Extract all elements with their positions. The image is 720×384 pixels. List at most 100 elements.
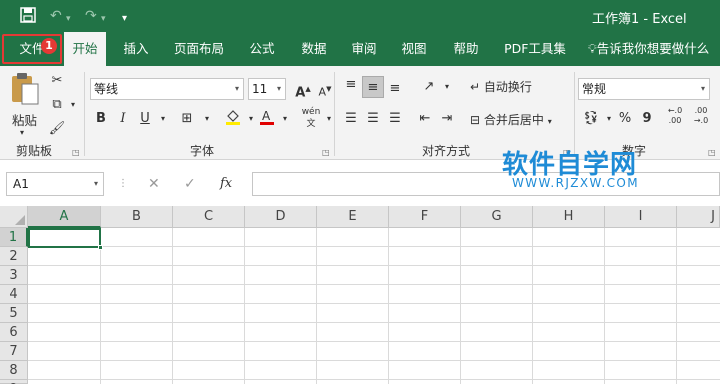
select-all-icon — [15, 215, 25, 225]
tab-review[interactable]: 审阅 — [342, 32, 386, 66]
border-dropdown-icon[interactable]: ▾ — [196, 108, 218, 130]
worksheet-grid[interactable]: A B C D E F G H I J 1 2 3 4 5 6 7 8 9 — [0, 206, 720, 384]
paste-button[interactable]: 粘贴 ▾ — [8, 72, 42, 138]
row-header[interactable]: 3 — [0, 266, 28, 285]
save-icon[interactable] — [20, 7, 36, 28]
column-header[interactable]: C — [173, 206, 245, 228]
bottom-align-icon[interactable]: ≡ — [384, 78, 406, 100]
drag-handle-icon[interactable]: ⋮ — [118, 178, 128, 189]
tab-pdf-tools[interactable]: PDF工具集 — [498, 32, 572, 66]
merge-dropdown-icon: ▾ — [547, 117, 552, 126]
tell-me-search[interactable]: 💡︎告诉我你想要做什么 — [588, 32, 720, 66]
bold-button[interactable]: B — [90, 108, 112, 130]
font-color-dropdown-icon[interactable]: ▾ — [274, 108, 296, 130]
alignment-group-label: 对齐方式 — [422, 144, 471, 158]
font-size-select[interactable]: 11 ▾ — [248, 78, 286, 100]
increase-indent-icon[interactable]: ⇥ — [436, 108, 458, 130]
select-all-corner[interactable] — [0, 206, 28, 228]
merge-center-icon: ⊟ — [470, 113, 481, 127]
gridline — [28, 265, 720, 266]
align-right-icon[interactable]: ☰ — [384, 108, 406, 130]
formula-input[interactable] — [252, 172, 720, 196]
decrease-decimal-icon[interactable]: .00 →.0 — [690, 106, 712, 128]
paste-icon — [12, 73, 39, 105]
column-header[interactable]: D — [245, 206, 317, 228]
italic-button[interactable]: I — [112, 108, 134, 130]
insert-function-icon[interactable]: fx — [220, 176, 232, 191]
customize-arrow-icon[interactable]: ▾ — [122, 10, 127, 28]
clipboard-launcher-icon[interactable]: ◳ — [72, 148, 80, 157]
format-painter-icon[interactable]: 🖌︎ — [46, 118, 68, 140]
row-header[interactable]: 1 — [0, 228, 28, 247]
tab-data[interactable]: 数据 — [292, 32, 336, 66]
row-header[interactable]: 2 — [0, 247, 28, 266]
top-align-icon[interactable]: ≡ — [340, 74, 362, 96]
gridline — [28, 322, 720, 323]
row-header[interactable]: 6 — [0, 323, 28, 342]
tab-insert[interactable]: 插入 — [114, 32, 158, 66]
divider — [334, 72, 335, 156]
gridline — [28, 341, 720, 342]
underline-dropdown-icon[interactable]: ▾ — [152, 108, 174, 130]
border-icon[interactable]: ⊞ — [176, 108, 198, 130]
undo-icon[interactable]: ↶ — [50, 7, 62, 25]
copy-dropdown-icon[interactable]: ▾ — [62, 94, 84, 116]
tab-home[interactable]: 开始 — [64, 32, 106, 66]
number-format-select[interactable]: 常规 ▾ — [578, 78, 710, 100]
name-box[interactable]: A1 ▾ — [6, 172, 104, 196]
font-launcher-icon[interactable]: ◳ — [322, 148, 330, 157]
step-badge: 1 — [41, 38, 57, 54]
svg-text:A: A — [262, 109, 271, 123]
lightbulb-icon: 💡︎ — [588, 41, 597, 56]
column-header[interactable]: F — [389, 206, 461, 228]
percent-button[interactable]: % — [614, 108, 636, 130]
active-cell-a1[interactable] — [28, 228, 101, 248]
paste-dropdown-icon: ▾ — [20, 128, 25, 137]
column-header[interactable]: H — [533, 206, 605, 228]
gridline — [28, 303, 720, 304]
grow-font-button[interactable]: A▲ — [292, 78, 314, 100]
column-header[interactable]: A — [28, 206, 101, 228]
window-title: 工作簿1 - Excel — [592, 12, 687, 27]
gridline — [28, 284, 720, 285]
number-launcher-icon[interactable]: ◳ — [708, 148, 716, 157]
gridline — [28, 246, 720, 247]
decrease-indent-icon[interactable]: ⇤ — [414, 108, 436, 130]
column-header[interactable]: E — [317, 206, 389, 228]
gridline — [28, 360, 720, 361]
increase-decimal-icon[interactable]: ←.0.00 — [664, 106, 686, 128]
cancel-icon[interactable]: ✕ — [148, 176, 160, 192]
redo-icon[interactable]: ↷ — [85, 7, 97, 25]
row-header[interactable]: 8 — [0, 361, 28, 380]
tab-page-layout[interactable]: 页面布局 — [166, 32, 232, 66]
comma-style-button[interactable]: 9 — [636, 108, 658, 130]
undo-dropdown-icon[interactable]: ▾ — [66, 10, 71, 28]
redo-dropdown-icon[interactable]: ▾ — [101, 10, 106, 28]
shrink-font-button[interactable]: A▼ — [314, 78, 336, 100]
column-header[interactable]: J — [677, 206, 720, 228]
align-center-icon[interactable]: ☰ — [362, 108, 384, 130]
tab-formulas[interactable]: 公式 — [240, 32, 284, 66]
phonetic-dropdown-icon[interactable]: ▾ — [318, 108, 340, 130]
row-header[interactable]: 9 — [0, 380, 28, 384]
align-left-icon[interactable]: ☰ — [340, 108, 362, 130]
middle-align-icon[interactable]: ≡ — [362, 76, 384, 98]
orientation-dropdown-icon[interactable]: ▾ — [436, 76, 458, 98]
cut-icon[interactable]: ✂ — [46, 70, 68, 92]
row-header[interactable]: 4 — [0, 285, 28, 304]
divider — [84, 72, 85, 156]
column-header[interactable]: I — [605, 206, 677, 228]
font-name-select[interactable]: 等线 ▾ — [90, 78, 244, 100]
wrap-text-button[interactable]: ↵ 自动换行 — [470, 78, 532, 95]
tab-view[interactable]: 视图 — [392, 32, 436, 66]
row-header[interactable]: 5 — [0, 304, 28, 323]
column-header[interactable]: B — [101, 206, 173, 228]
enter-icon[interactable]: ✓ — [184, 176, 196, 192]
column-header[interactable]: G — [461, 206, 533, 228]
merge-center-button[interactable]: ⊟ 合并后居中 ▾ — [470, 111, 552, 128]
tab-help[interactable]: 帮助 — [444, 32, 488, 66]
row-header[interactable]: 7 — [0, 342, 28, 361]
wrap-text-icon: ↵ — [470, 80, 481, 94]
gridline — [28, 379, 720, 380]
fill-handle[interactable] — [98, 245, 103, 250]
